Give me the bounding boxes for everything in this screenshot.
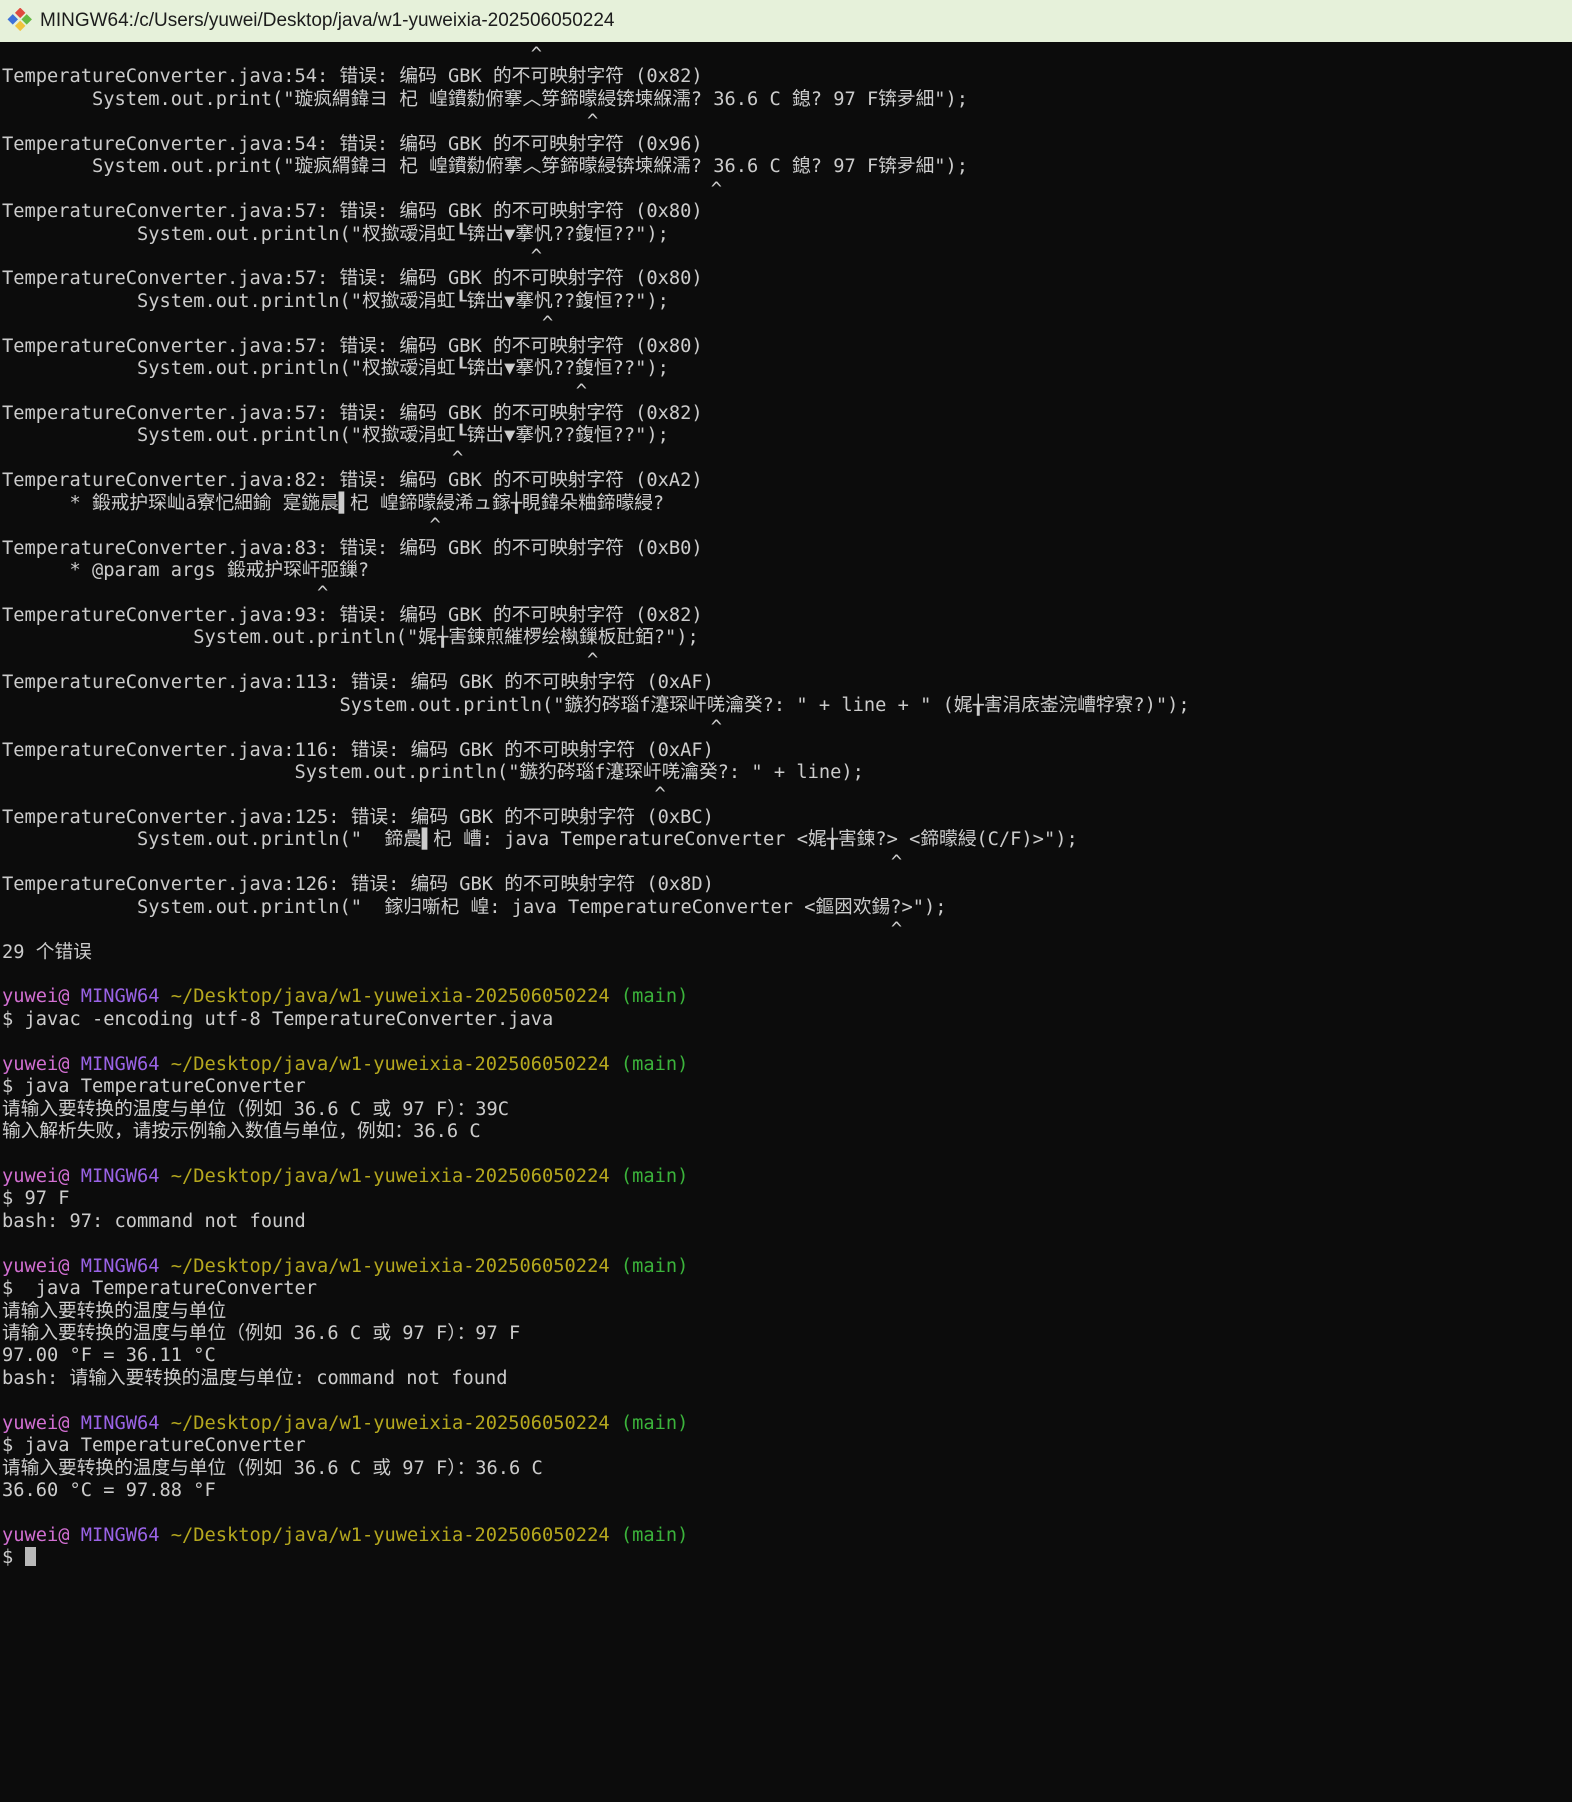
prompt-path: ~/Desktop/java/w1-yuweixia-202506050224 bbox=[160, 1054, 610, 1075]
caret-line: ^ bbox=[2, 313, 1572, 335]
source-code-line: System.out.println("杈撳叆涓虹┖锛岀▼搴忛??鍑恒??"); bbox=[2, 224, 1572, 246]
caret-line: ^ bbox=[2, 179, 1572, 201]
prompt-branch: (main) bbox=[610, 1054, 689, 1075]
compiler-error-line: TemperatureConverter.java:57: 错误: 编码 GBK… bbox=[2, 336, 1572, 358]
prompt-user: yuwei@ bbox=[2, 1054, 70, 1075]
command-line: $ java TemperatureConverter bbox=[2, 1278, 1572, 1300]
program-output-line: 请输入要转换的温度与单位（例如 36.6 C 或 97 F）：36.6 C bbox=[2, 1458, 1572, 1480]
program-output-line: 97.00 °F = 36.11 °C bbox=[2, 1345, 1572, 1367]
prompt-path: ~/Desktop/java/w1-yuweixia-202506050224 bbox=[160, 1525, 610, 1546]
prompt-branch: (main) bbox=[610, 1413, 689, 1434]
program-output-line: 请输入要转换的温度与单位 bbox=[2, 1301, 1572, 1323]
compiler-error-line: TemperatureConverter.java:113: 错误: 编码 GB… bbox=[2, 672, 1572, 694]
program-output-line: 输入解析失败，请按示例输入数值与单位，例如：36.6 C bbox=[2, 1121, 1572, 1143]
caret-line: ^ bbox=[2, 44, 1572, 66]
compiler-error-line: TemperatureConverter.java:126: 错误: 编码 GB… bbox=[2, 874, 1572, 896]
program-output-line: bash: 请输入要转换的温度与单位: command not found bbox=[2, 1368, 1572, 1390]
blank-line bbox=[2, 964, 1572, 986]
source-code-line: System.out.println("鏃犳硶瑙f瀽琛屽唴瀹癸?: " + li… bbox=[2, 695, 1572, 717]
prompt-msystem: MINGW64 bbox=[70, 1525, 160, 1546]
prompt-user: yuwei@ bbox=[2, 1166, 70, 1187]
prompt-line: yuwei@ MINGW64 ~/Desktop/java/w1-yuweixi… bbox=[2, 1525, 1572, 1547]
prompt-path: ~/Desktop/java/w1-yuweixia-202506050224 bbox=[160, 986, 610, 1007]
source-code-line: System.out.println("杈撳叆涓虹┖锛岀▼搴忛??鍑恒??"); bbox=[2, 425, 1572, 447]
program-output-line: bash: 97: command not found bbox=[2, 1211, 1572, 1233]
source-code-line: System.out.print("璇疯緭鍏ヨ 杞 崲鐨勬俯搴︿笌鍗曚綅锛堜緥濡… bbox=[2, 89, 1572, 111]
compiler-error-line: TemperatureConverter.java:54: 错误: 编码 GBK… bbox=[2, 66, 1572, 88]
prompt-user: yuwei@ bbox=[2, 1413, 70, 1434]
source-code-line: System.out.print("璇疯緭鍏ヨ 杞 崲鐨勬俯搴︿笌鍗曚綅锛堜緥濡… bbox=[2, 156, 1572, 178]
prompt-user: yuwei@ bbox=[2, 1256, 70, 1277]
caret-line: ^ bbox=[2, 381, 1572, 403]
program-output-line: 请输入要转换的温度与单位（例如 36.6 C 或 97 F）：97 F bbox=[2, 1323, 1572, 1345]
prompt-branch: (main) bbox=[610, 1256, 689, 1277]
program-output-line: 请输入要转换的温度与单位（例如 36.6 C 或 97 F）：39C bbox=[2, 1099, 1572, 1121]
prompt-path: ~/Desktop/java/w1-yuweixia-202506050224 bbox=[160, 1166, 610, 1187]
prompt-line: yuwei@ MINGW64 ~/Desktop/java/w1-yuweixi… bbox=[2, 1054, 1572, 1076]
source-code-line: * 鍛戒护琛屾ā寮忋細鍮 寔鍦晨▌杞 崲鍗曚綅浠ュ鎵╁睍鍏朵粬鍗曚綅? bbox=[2, 493, 1572, 515]
source-code-line: * @param args 鍛戒护琛屽弬鏁? bbox=[2, 560, 1572, 582]
prompt-msystem: MINGW64 bbox=[70, 1413, 160, 1434]
terminal-screen[interactable]: ^TemperatureConverter.java:54: 错误: 编码 GB… bbox=[0, 42, 1572, 1570]
compiler-error-line: TemperatureConverter.java:57: 错误: 编码 GBK… bbox=[2, 268, 1572, 290]
error-count-line: 29 个错误 bbox=[2, 942, 1572, 964]
compiler-error-line: TemperatureConverter.java:83: 错误: 编码 GBK… bbox=[2, 538, 1572, 560]
compiler-error-line: TemperatureConverter.java:57: 错误: 编码 GBK… bbox=[2, 403, 1572, 425]
blank-line bbox=[2, 1233, 1572, 1255]
prompt-msystem: MINGW64 bbox=[70, 1166, 160, 1187]
prompt-path: ~/Desktop/java/w1-yuweixia-202506050224 bbox=[160, 1413, 610, 1434]
cursor-line: $ bbox=[2, 1547, 1572, 1569]
caret-line: ^ bbox=[2, 583, 1572, 605]
prompt-user: yuwei@ bbox=[2, 1525, 70, 1546]
compiler-error-line: TemperatureConverter.java:82: 错误: 编码 GBK… bbox=[2, 470, 1572, 492]
prompt-path: ~/Desktop/java/w1-yuweixia-202506050224 bbox=[160, 1256, 610, 1277]
prompt-branch: (main) bbox=[610, 1166, 689, 1187]
window-titlebar[interactable]: MINGW64:/c/Users/yuwei/Desktop/java/w1-y… bbox=[0, 0, 1572, 42]
source-code-line: System.out.println("杈撳叆涓虹┖锛岀▼搴忛??鍑恒??"); bbox=[2, 358, 1572, 380]
caret-line: ^ bbox=[2, 246, 1572, 268]
blank-line bbox=[2, 1031, 1572, 1053]
text-cursor bbox=[25, 1547, 36, 1566]
prompt-line: yuwei@ MINGW64 ~/Desktop/java/w1-yuweixi… bbox=[2, 1413, 1572, 1435]
command-line: $ 97 F bbox=[2, 1188, 1572, 1210]
command-line: $ java TemperatureConverter bbox=[2, 1435, 1572, 1457]
blank-line bbox=[2, 1502, 1572, 1524]
source-code-line: System.out.println("杈撳叆涓虹┖锛岀▼搴忛??鍑恒??"); bbox=[2, 291, 1572, 313]
prompt-line: yuwei@ MINGW64 ~/Desktop/java/w1-yuweixi… bbox=[2, 1166, 1572, 1188]
command-line: $ java TemperatureConverter bbox=[2, 1076, 1572, 1098]
caret-line: ^ bbox=[2, 650, 1572, 672]
caret-line: ^ bbox=[2, 919, 1572, 941]
program-output-line: 36.60 °C = 97.88 °F bbox=[2, 1480, 1572, 1502]
window-title: MINGW64:/c/Users/yuwei/Desktop/java/w1-y… bbox=[40, 10, 614, 32]
caret-line: ^ bbox=[2, 448, 1572, 470]
msys2-logo-icon bbox=[7, 8, 33, 34]
prompt-user: yuwei@ bbox=[2, 986, 70, 1007]
source-code-line: System.out.println(" 鎵归噺杞 崲: java Temper… bbox=[2, 897, 1572, 919]
compiler-error-line: TemperatureConverter.java:93: 错误: 编码 GBK… bbox=[2, 605, 1572, 627]
blank-line bbox=[2, 1390, 1572, 1412]
source-code-line: System.out.println("娓╁害鍊煎繀椤绘槸鏁板瓧銆?"); bbox=[2, 627, 1572, 649]
caret-line: ^ bbox=[2, 717, 1572, 739]
source-code-line: System.out.println(" 鍗曟▌杞 嶆: java Temper… bbox=[2, 829, 1572, 851]
prompt-msystem: MINGW64 bbox=[70, 1256, 160, 1277]
compiler-error-line: TemperatureConverter.java:54: 错误: 编码 GBK… bbox=[2, 134, 1572, 156]
mintty-terminal-window: MINGW64:/c/Users/yuwei/Desktop/java/w1-y… bbox=[0, 0, 1572, 1802]
compiler-error-line: TemperatureConverter.java:125: 错误: 编码 GB… bbox=[2, 807, 1572, 829]
caret-line: ^ bbox=[2, 111, 1572, 133]
caret-line: ^ bbox=[2, 852, 1572, 874]
prompt-branch: (main) bbox=[610, 1525, 689, 1546]
source-code-line: System.out.println("鏃犳硶瑙f瀽琛屽唴瀹癸?: " + li… bbox=[2, 762, 1572, 784]
compiler-error-line: TemperatureConverter.java:116: 错误: 编码 GB… bbox=[2, 740, 1572, 762]
caret-line: ^ bbox=[2, 515, 1572, 537]
prompt-line: yuwei@ MINGW64 ~/Desktop/java/w1-yuweixi… bbox=[2, 986, 1572, 1008]
caret-line: ^ bbox=[2, 784, 1572, 806]
command-line: $ javac -encoding utf-8 TemperatureConve… bbox=[2, 1009, 1572, 1031]
prompt-branch: (main) bbox=[610, 986, 689, 1007]
compiler-error-line: TemperatureConverter.java:57: 错误: 编码 GBK… bbox=[2, 201, 1572, 223]
prompt-line: yuwei@ MINGW64 ~/Desktop/java/w1-yuweixi… bbox=[2, 1256, 1572, 1278]
prompt-msystem: MINGW64 bbox=[70, 986, 160, 1007]
prompt-msystem: MINGW64 bbox=[70, 1054, 160, 1075]
blank-line bbox=[2, 1143, 1572, 1165]
